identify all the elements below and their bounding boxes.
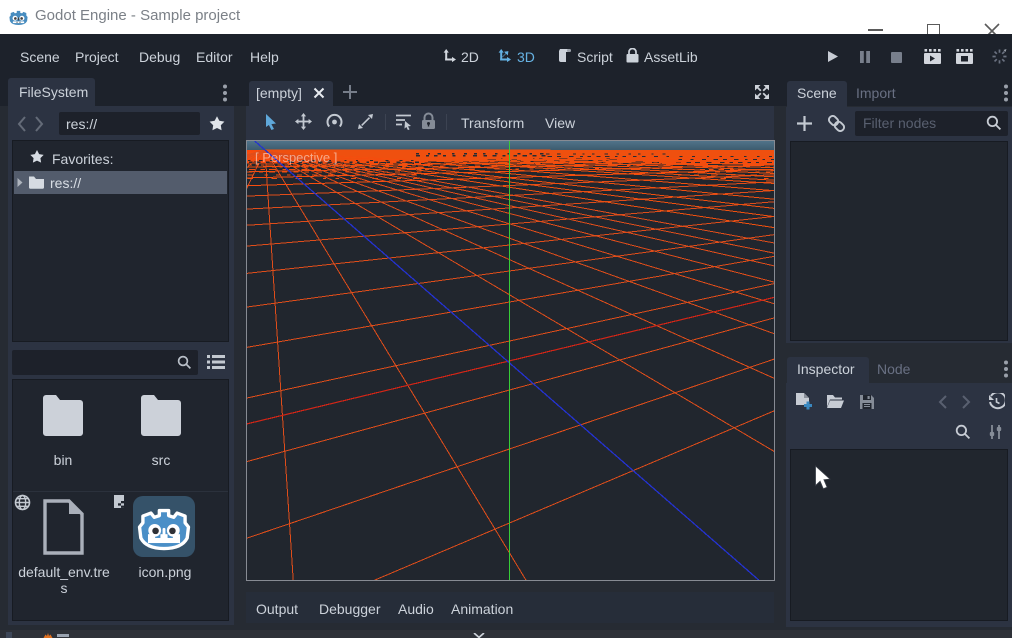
svg-text:[ Perspective ]: [ Perspective ] — [255, 150, 337, 165]
